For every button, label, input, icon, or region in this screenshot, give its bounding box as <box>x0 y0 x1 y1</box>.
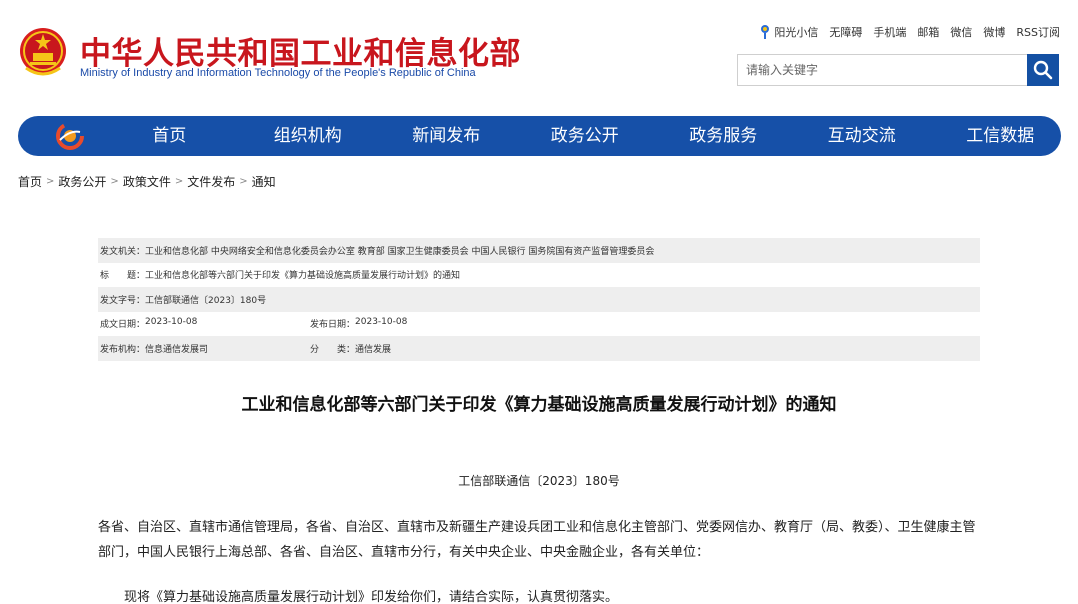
breadcrumb-notice[interactable]: 通知 <box>252 173 276 190</box>
breadcrumb-separator-icon: > <box>110 176 119 187</box>
meta-row-issuer: 发文机关： 工业和信息化部 中央网络安全和信息化委员会办公室 教育部 国家卫生健… <box>98 238 980 263</box>
document-title: 工业和信息化部等六部门关于印发《算力基础设施高质量发展行动计划》的通知 <box>241 395 837 415</box>
mascot-icon <box>761 25 770 39</box>
national-emblem-icon[interactable] <box>18 26 68 80</box>
nav-item-government-affairs[interactable]: 政务公开 <box>516 116 655 156</box>
meta-docno-value: 工信部联通信〔2023〕180号 <box>145 295 267 306</box>
breadcrumb-gov-affairs[interactable]: 政务公开 <box>58 173 106 190</box>
meta-row-title: 标 题： 工业和信息化部等六部门关于印发《算力基础设施高质量发展行动计划》的通知 <box>98 263 980 288</box>
top-links: 阳光小信 无障碍 手机端 邮箱 微信 微博 RSS订阅 <box>759 24 1060 40</box>
document-paragraph-addressees: 各省、自治区、直辖市通信管理局，各省、自治区、直辖市及新疆生产建设兵团工业和信息… <box>98 520 976 560</box>
document-number: 工信部联通信〔2023〕180号 <box>458 474 620 488</box>
meta-issuer-value: 工业和信息化部 中央网络安全和信息化委员会办公室 教育部 国家卫生健康委员会 中… <box>145 246 655 257</box>
nav-item-data[interactable]: 工信数据 <box>931 116 1070 156</box>
meta-row-dates: 成文日期： 2023-10-08 发布日期： 2023-10-08 <box>98 312 980 337</box>
breadcrumb: 首页 > 政务公开 > 政策文件 > 文件发布 > 通知 <box>18 173 276 190</box>
breadcrumb-policy[interactable]: 政策文件 <box>123 173 171 190</box>
breadcrumb-releases[interactable]: 文件发布 <box>187 173 235 190</box>
main-nav: 首页 组织机构 新闻发布 政务公开 政务服务 互动交流 工信数据 <box>18 116 1061 156</box>
meta-created-value: 2023-10-08 <box>145 317 198 328</box>
nav-item-services[interactable]: 政务服务 <box>654 116 793 156</box>
search-icon <box>1033 60 1053 80</box>
meta-org-label: 发布机构： <box>100 344 146 355</box>
top-link-weibo[interactable]: 微博 <box>983 24 1005 40</box>
top-link-rss[interactable]: RSS订阅 <box>1016 24 1060 40</box>
search-button[interactable] <box>1027 54 1059 86</box>
top-link-sunshine[interactable]: 阳光小信 <box>759 24 818 40</box>
meta-published-value: 2023-10-08 <box>355 317 408 328</box>
top-link-mail[interactable]: 邮箱 <box>917 24 939 40</box>
nav-item-home[interactable]: 首页 <box>100 116 239 156</box>
top-link-accessibility[interactable]: 无障碍 <box>829 24 862 40</box>
site-subtitle: Ministry of Industry and Information Tec… <box>80 67 476 79</box>
meta-category-label: 分 类： <box>310 344 356 355</box>
breadcrumb-separator-icon: > <box>239 176 248 187</box>
nav-item-interaction[interactable]: 互动交流 <box>793 116 932 156</box>
document-meta-table: 发文机关： 工业和信息化部 中央网络安全和信息化委员会办公室 教育部 国家卫生健… <box>98 238 980 361</box>
nav-item-organization[interactable]: 组织机构 <box>239 116 378 156</box>
document-paragraph-body: 现将《算力基础设施高质量发展行动计划》印发给你们，请结合实际，认真贯彻落实。 <box>124 590 619 604</box>
meta-published-label: 发布日期： <box>310 320 356 331</box>
breadcrumb-home[interactable]: 首页 <box>18 173 42 190</box>
meta-row-org: 发布机构： 信息通信发展司 分 类： 通信发展 <box>98 336 980 361</box>
search-input[interactable] <box>738 55 1028 85</box>
meta-org-value: 信息通信发展司 <box>145 344 209 355</box>
breadcrumb-separator-icon: > <box>174 176 184 187</box>
top-link-mobile[interactable]: 手机端 <box>873 24 906 40</box>
meta-created-label: 成文日期： <box>100 320 146 331</box>
nav-item-news[interactable]: 新闻发布 <box>377 116 516 156</box>
meta-title-label: 标 题： <box>100 271 146 282</box>
meta-row-docno: 发文字号： 工信部联通信〔2023〕180号 <box>98 287 980 312</box>
meta-issuer-label: 发文机关： <box>100 246 146 257</box>
meta-docno-label: 发文字号： <box>100 295 146 306</box>
search-box <box>737 54 1059 86</box>
site-header: 中华人民共和国工业和信息化部 Ministry of Industry and … <box>0 0 1078 112</box>
breadcrumb-separator-icon: > <box>46 176 55 187</box>
top-link-wechat[interactable]: 微信 <box>950 24 972 40</box>
meta-title-value: 工业和信息化部等六部门关于印发《算力基础设施高质量发展行动计划》的通知 <box>145 271 461 282</box>
meta-category-value: 通信发展 <box>355 344 392 355</box>
nav-logo-icon[interactable] <box>56 122 84 150</box>
